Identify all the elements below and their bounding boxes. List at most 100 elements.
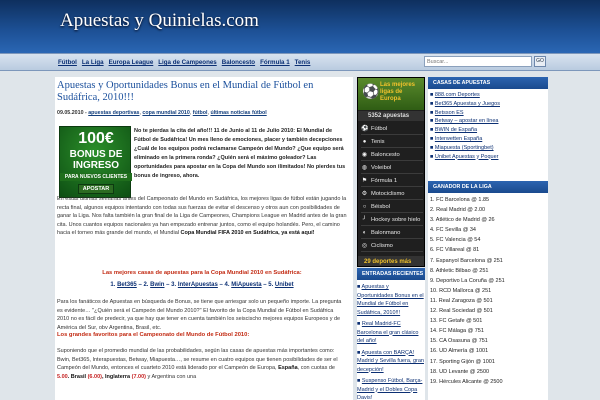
tag-apuestas-deportivas[interactable]: apuestas deportivas: [88, 110, 139, 116]
p1-end: , ya está aquí!: [278, 230, 315, 237]
list-item: ■ Suspenso Fútbol, Barça-Madrid y el Dob…: [357, 378, 423, 400]
tag-futbol[interactable]: fútbol: [193, 110, 208, 116]
casa-link[interactable]: Betsson ES: [435, 110, 464, 116]
casas-heading-sidebar: CASAS DE APUESTAS: [428, 77, 548, 89]
sport-label: Fútbol: [371, 126, 388, 132]
casa-miapuesta[interactable]: MiApuesta: [231, 282, 261, 288]
list-item: ■ Apuestas y Oportunidades Bonus en el M…: [357, 284, 424, 316]
ligas-widget[interactable]: ⚽ Las mejores ligas de Europa 5352 apues…: [357, 77, 425, 267]
casa-link[interactable]: 888.com Deportes: [435, 92, 480, 98]
post-paragraph-4: Suponiendo que el promedio mundial de la…: [57, 347, 347, 381]
search-input[interactable]: [424, 56, 532, 67]
list-item: 5. FC Valencia @ 54: [430, 237, 481, 244]
list-item: 3. Atlético de Madrid @ 26: [430, 217, 495, 224]
apostar-button[interactable]: APOSTAR: [78, 184, 114, 194]
list-item: 9. Deportivo La Coruña @ 251: [430, 277, 505, 284]
casa-link[interactable]: Interwetten España: [435, 136, 482, 142]
casa-link[interactable]: Betway – apostar en línea: [435, 118, 499, 124]
casa-link[interactable]: BWIN de España: [435, 127, 477, 133]
favoritos-heading: Los grandes favoritos para el Campeonato…: [57, 332, 250, 338]
list-item: 12. Real Sociedad @ 501: [430, 308, 493, 315]
racing-flag-icon: ⚑: [361, 178, 368, 184]
casa-bet365[interactable]: Bet365: [117, 282, 137, 288]
main-content: Apuestas y Oportunidades Bonus en el Mun…: [55, 77, 353, 400]
nav-futbol[interactable]: Fútbol: [58, 59, 77, 66]
sport-futbol[interactable]: ⚽ Fútbol: [361, 124, 423, 135]
site-title[interactable]: Apuestas y Quinielas.com: [60, 10, 259, 32]
sport-label: Fórmula 1: [371, 178, 398, 184]
sport-beisbol[interactable]: ○ Béisbol: [361, 202, 423, 213]
sport-voleibol[interactable]: ◍ Voleibol: [361, 163, 423, 174]
bonus-line-1: BONUS DE: [69, 149, 123, 160]
list-item: ■ BWIN de España: [430, 127, 478, 134]
tag-ultimas-noticias[interactable]: últimas noticias fútbol: [210, 110, 266, 116]
casa-num: 3.: [171, 282, 177, 288]
recent-list: ■ Apuestas y Oportunidades Bonus en el M…: [357, 283, 425, 400]
recent-link[interactable]: Apuestas y Oportunidades Bonus en el Mun…: [357, 284, 424, 316]
p4-odds-2: (6.00): [87, 373, 102, 380]
nav-liga-campeones[interactable]: Liga de Campeones: [158, 59, 216, 66]
list-item: 17. Sporting Gijón @ 1001: [430, 358, 495, 365]
recent-link[interactable]: Suspenso Fútbol, Barça-Madrid y el Doble…: [357, 378, 422, 400]
casa-unibet[interactable]: Unibet: [275, 282, 294, 288]
recent-link[interactable]: Real Madrid-FC Barcelona el gran clásico…: [357, 321, 418, 344]
football-icon: ⚽: [362, 83, 380, 99]
post-title[interactable]: Apuestas y Oportunidades Bonus en el Mun…: [57, 80, 337, 104]
p4-espana: España: [278, 365, 298, 372]
p4-text: y Argentina con una: [146, 373, 197, 380]
post-date: 09.05.2010 -: [57, 110, 87, 116]
baseball-icon: ○: [362, 204, 367, 210]
bonus-banner[interactable]: 100€ BONUS DE INGRESO PARA NUEVOS CLIENT…: [59, 126, 132, 198]
nav-la-liga[interactable]: La Liga: [82, 59, 104, 66]
casa-num: 5.: [268, 282, 274, 288]
sport-label: Tenis: [371, 139, 385, 145]
list-item: 11. Real Zaragoza @ 501: [430, 297, 493, 304]
casas-links: ■ 888.com Deportes ■ Bet365 Apuestas y J…: [430, 91, 548, 161]
casa-interapuestas[interactable]: InterApuestas: [178, 282, 218, 288]
page: Apuestas y Quinielas.com Fútbol La Liga …: [0, 0, 600, 400]
list-item: 13. FC Getafe @ 501: [430, 318, 483, 325]
tag-copa-mundial[interactable]: copa mundial 2010: [142, 110, 189, 116]
sport-ciclismo[interactable]: ◎ Ciclismo: [361, 241, 423, 252]
list-item: 2. Real Madrid @ 2.00: [430, 207, 486, 214]
list-item: 1. FC Barcelona @ 1.85: [430, 197, 490, 203]
list-item: 15. CA Osasuna @ 751: [430, 338, 488, 345]
search-button[interactable]: GO: [534, 56, 546, 67]
sport-label: Béisbol: [371, 204, 391, 210]
sport-label: Voleibol: [371, 165, 392, 171]
sport-hockey[interactable]: ╯ Hockey sobre hielo: [361, 215, 423, 226]
nav-formula-1[interactable]: Fórmula 1: [260, 59, 290, 66]
list-item: ■ Real Madrid-FC Barcelona el gran clási…: [357, 321, 419, 344]
ligas-title: Las mejores ligas de Europa: [380, 82, 416, 102]
sport-label: Hockey sobre hielo: [371, 217, 421, 223]
sport-formula-1[interactable]: ⚑ Fórmula 1: [361, 176, 423, 187]
casas-list: 1. Bet365 – 2. Bwin – 3. InterApuestas –…: [110, 282, 294, 288]
sport-balonmano[interactable]: ◐ Balonmano: [361, 228, 423, 239]
ligas-footer[interactable]: 29 deportes más: [358, 256, 424, 266]
nav-tenis[interactable]: Tenis: [295, 59, 311, 66]
casa-link[interactable]: Bet365 Apuestas y Juegos: [435, 101, 500, 107]
recent-link[interactable]: Apuesta con BARÇA! Madrid y Sevilla fuer…: [357, 350, 424, 373]
casa-num: 2.: [143, 282, 149, 288]
sport-tenis[interactable]: ● Tenis: [361, 137, 423, 148]
list-item: ■ 888.com Deportes: [430, 92, 480, 98]
post-paragraph-3: Para los fanáticos de Apuestas en búsque…: [57, 299, 342, 331]
site-header: Apuestas y Quinielas.com: [0, 0, 600, 53]
nav-europa-league[interactable]: Europa League: [109, 59, 154, 66]
list-item: 14. FC Málaga @ 751: [430, 328, 484, 335]
list-item: ■ Unibet Apuestas y Poquer: [430, 153, 499, 160]
p4-inglaterra: , Inglaterra: [101, 373, 131, 380]
casa-link[interactable]: Miapuesta (Sportingbet): [435, 145, 494, 151]
sport-motociclismo[interactable]: ⚙ Motociclismo: [361, 189, 423, 200]
casa-num: 4.: [224, 282, 230, 288]
casa-bwin[interactable]: Bwin: [150, 282, 164, 288]
p4-brasil: . Brasil: [67, 373, 87, 380]
list-item: ■ Bet365 Apuestas y Juegos: [430, 100, 500, 107]
nav-baloncesto[interactable]: Baloncesto: [222, 59, 255, 66]
bonus-strip: PARA NUEVOS CLIENTES: [60, 173, 132, 181]
sport-label: Balonmano: [371, 230, 401, 236]
p1-bold: Copa Mundial FIFA 2010 en Sudáfrica: [180, 230, 279, 237]
sport-baloncesto[interactable]: ◉ Baloncesto: [361, 150, 423, 161]
list-item: 8. Athletic Bilbao @ 251: [430, 267, 489, 274]
casa-link[interactable]: Unibet Apuestas y Poquer: [435, 154, 499, 160]
